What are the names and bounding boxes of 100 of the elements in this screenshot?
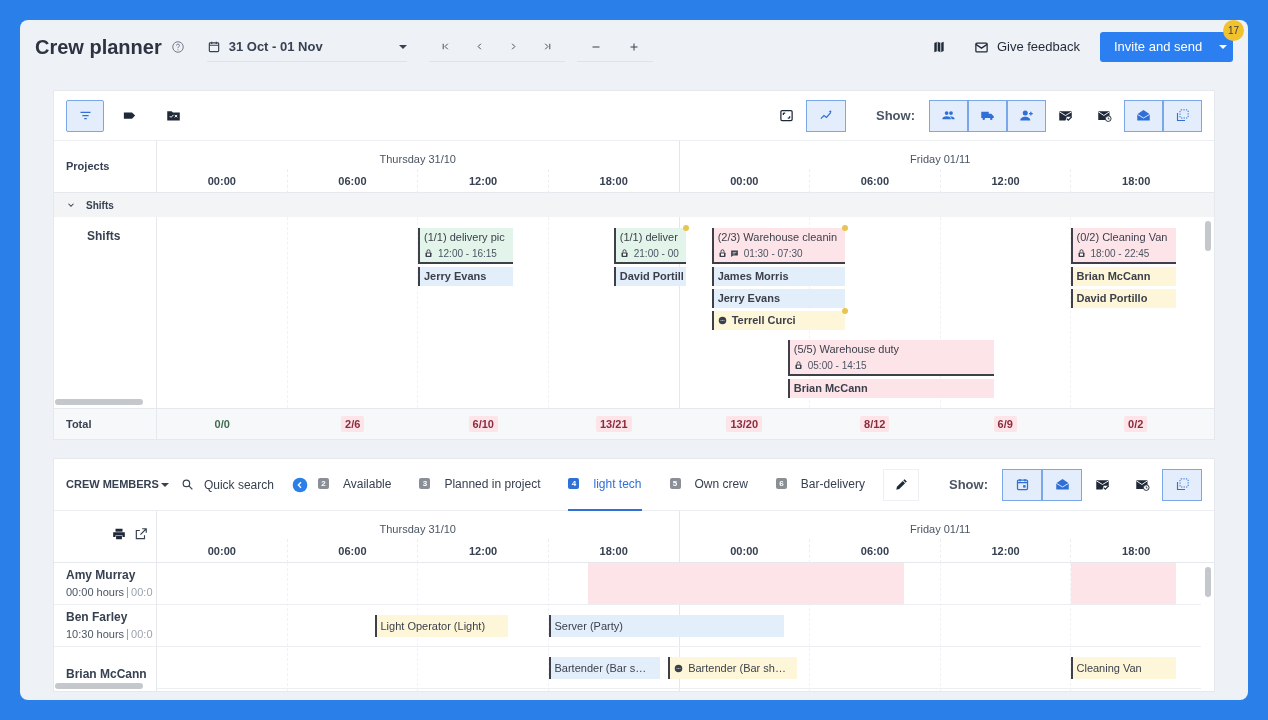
toggle-button[interactable] (1124, 99, 1163, 132)
hour-label: 06:00 (338, 543, 367, 559)
hour-label: 12:00 (991, 173, 1020, 189)
quick-search-button[interactable]: Quick search (180, 475, 274, 494)
hour-label: 00:00 (730, 543, 759, 559)
lock-icon (1076, 248, 1086, 258)
mail-clock-icon (1097, 108, 1112, 123)
crew-members-dropdown[interactable]: CREW MEMBERS (66, 476, 169, 493)
crew-tab[interactable]: 4 light tech (568, 458, 642, 511)
page-title: Crew planner (35, 35, 162, 60)
lock-icon (793, 360, 803, 370)
edit-button[interactable] (882, 468, 919, 501)
day-label: Thursday 31/10 (379, 151, 456, 167)
hour-label: 18:00 (599, 543, 628, 559)
scrollbar[interactable] (1204, 567, 1211, 597)
back-button[interactable] (291, 476, 308, 493)
assignee-name: David Portill (619, 269, 684, 285)
assignment-bar[interactable]: Cleaning Van (1070, 657, 1177, 679)
crew-tab[interactable]: 6 Bar-delivery (775, 458, 865, 511)
print-icon (112, 527, 126, 541)
lock-icon (619, 248, 629, 258)
assignee-name: Terrell Curci (731, 313, 796, 329)
hour-label: 00:00 (730, 173, 759, 189)
toggle-button[interactable] (1002, 468, 1042, 501)
assignee-row[interactable]: David Portill (613, 267, 686, 286)
toggle-button[interactable] (806, 99, 846, 132)
hour-label: 12:00 (469, 173, 498, 189)
shift-title: (1/1) deliver (619, 230, 679, 246)
print-button[interactable] (112, 527, 126, 541)
mail-open-icon (1054, 477, 1070, 492)
day-label: Friday 01/11 (910, 521, 971, 537)
shift-block[interactable]: (5/5) Warehouse duty 05:00 - 14:15 (787, 340, 994, 376)
crew-tab[interactable]: 5 Own crew (669, 458, 748, 511)
calendar-icon (1014, 477, 1030, 492)
mail-check-icon (1058, 108, 1073, 123)
folder-icon (165, 108, 181, 123)
assignee-row[interactable]: David Portillo (1070, 289, 1177, 308)
date-range-picker[interactable]: 31 Oct - 01 Nov (206, 32, 407, 62)
crew-member-name: Ben Farley (66, 609, 129, 627)
shift-block[interactable]: (0/2) Cleaning Van 18:00 - 22:45 (1070, 228, 1177, 264)
mail-icon (973, 39, 989, 55)
hour-label: 06:00 (860, 173, 889, 189)
toggle-button[interactable] (929, 99, 968, 132)
assignee-row[interactable]: Brian McCann (1070, 267, 1177, 286)
shift-time: 21:00 - 00 (633, 246, 679, 261)
toggle-button[interactable] (1042, 468, 1082, 501)
total-label: Total (66, 416, 92, 432)
assignee-name: Brian McCann (1076, 269, 1151, 285)
shift-time: 18:00 - 22:45 (1090, 246, 1150, 261)
assignment-bar[interactable]: Light Operator (Light) (374, 615, 508, 637)
assignee-name: Jerry Evans (717, 291, 780, 307)
assignee-row[interactable]: Brian McCann (787, 379, 994, 398)
hour-label: 18:00 (1122, 543, 1151, 559)
shift-title: (1/1) delivery pic (424, 230, 506, 246)
assignment-bar[interactable]: Server (Party) (548, 615, 785, 637)
feedback-button[interactable]: Give feedback (965, 32, 1088, 62)
scrollbar[interactable] (55, 399, 143, 405)
caret-icon (1219, 45, 1227, 49)
toggle-button[interactable] (1163, 99, 1202, 132)
hour-label: 12:00 (991, 543, 1020, 559)
caret-icon (160, 482, 169, 487)
assignee-row[interactable]: Terrell Curci (711, 311, 846, 330)
copy-icon (1175, 108, 1190, 123)
day-label: Thursday 31/10 (379, 521, 456, 537)
total-count: 0/2 (1124, 415, 1148, 433)
shift-block[interactable]: (1/1) deliver 21:00 - 00 (613, 228, 686, 264)
assignee-row[interactable]: Jerry Evans (418, 267, 513, 286)
toggle-button[interactable] (66, 99, 104, 132)
crew-tab[interactable]: 3 Planned in project (419, 458, 541, 511)
assignee-row[interactable]: Jerry Evans (711, 289, 846, 308)
hour-label: 00:00 (207, 173, 236, 189)
day-label: Friday 01/11 (910, 151, 971, 167)
shift-title: (0/2) Cleaning Van (1076, 230, 1169, 246)
shift-time: 05:00 - 14:15 (807, 358, 867, 373)
assignment-bar[interactable]: Bartender (Bar sh… (668, 657, 798, 679)
assignment-label: Bartender (Bar sh… (688, 660, 786, 676)
search-icon (180, 478, 194, 491)
toggle-button[interactable] (1007, 99, 1046, 132)
toggle-button[interactable] (968, 99, 1007, 132)
column-header: Projects (66, 159, 110, 175)
pencil-icon (893, 477, 908, 492)
lock-icon (424, 248, 433, 258)
assignment-label: Server (Party) (554, 618, 623, 634)
assignment-bar[interactable]: Bartender (Bar s… (548, 657, 660, 679)
scrollbar[interactable] (55, 683, 143, 689)
group-row[interactable]: Shifts (54, 193, 1214, 217)
crew-tab[interactable]: 2 Available (317, 458, 392, 511)
assignee-name: Brian McCann (793, 381, 868, 397)
shift-block[interactable]: (2/3) Warehouse cleanin 01:30 - 07:30 (711, 228, 846, 264)
assignee-row[interactable]: James Morris (711, 267, 846, 286)
assignment-label: Bartender (Bar s… (554, 660, 647, 676)
scrollbar[interactable] (1204, 221, 1211, 251)
person-add-icon (1019, 108, 1034, 123)
open-external-button[interactable] (134, 527, 148, 541)
shift-block[interactable]: (1/1) delivery pic 12:00 - 16:15 (418, 228, 513, 264)
total-count: 2/6 (341, 415, 365, 433)
hours-extra: 00:0 (131, 585, 153, 601)
show-label: Show: (949, 475, 988, 494)
assignee-name: James Morris (717, 269, 789, 285)
toggle-button[interactable] (1162, 468, 1202, 501)
